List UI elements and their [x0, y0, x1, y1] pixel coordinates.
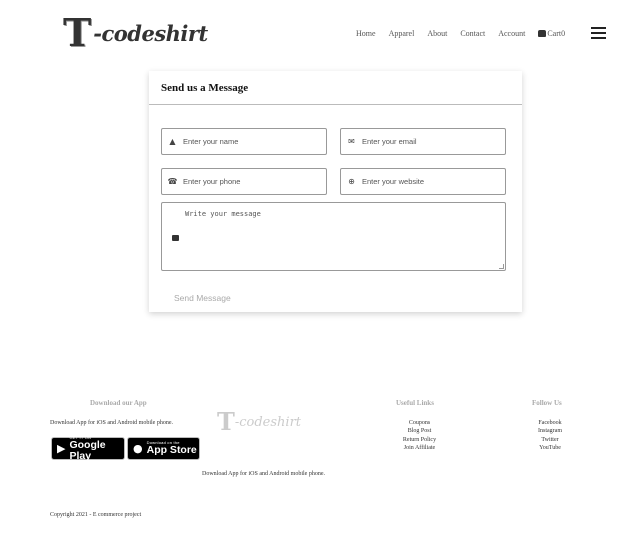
nav-about[interactable]: About — [427, 29, 447, 38]
website-input[interactable] — [361, 177, 505, 186]
cart-icon — [538, 30, 547, 37]
name-input[interactable] — [182, 137, 326, 146]
menu-icon[interactable] — [591, 27, 606, 39]
google-play-icon: ▶ — [57, 442, 66, 455]
copyright: Copyright 2021 - E commerce project — [50, 512, 142, 518]
link-twitter[interactable]: Twitter — [526, 436, 574, 444]
send-message-button[interactable]: Send Message — [174, 293, 231, 303]
footer-logo: T -codeshirt — [217, 410, 301, 434]
link-coupons[interactable]: Coupons — [392, 419, 447, 427]
nav-cart[interactable]: Cart0 — [538, 29, 565, 38]
phone-input[interactable] — [182, 177, 326, 186]
site-logo[interactable]: T -codeshirt — [63, 14, 208, 52]
link-blog-post[interactable]: Blog Post — [392, 427, 447, 435]
logo-mark: T — [63, 10, 92, 55]
phone-field-wrapper: ☎ — [161, 168, 327, 195]
footer-center-text: Download App for iOS and Android mobile … — [202, 471, 325, 477]
user-icon: ▲ — [169, 137, 176, 146]
email-input[interactable] — [361, 137, 505, 146]
contact-card: Send us a Message ▲ ✉ ☎ ⊕ Send Message — [149, 71, 522, 312]
app-store-button[interactable]: ● Download on the App Store — [127, 437, 200, 460]
useful-links-list: Coupons Blog Post Return Policy Join Aff… — [392, 419, 447, 452]
footer-logo-mark: T — [217, 407, 235, 436]
useful-links-heading: Useful Links — [396, 399, 434, 407]
nav-apparel[interactable]: Apparel — [389, 29, 415, 38]
logo-text: -codeshirt — [93, 20, 208, 46]
footer-logo-text: -codeshirt — [234, 414, 302, 430]
form-divider — [149, 104, 522, 105]
link-return-policy[interactable]: Return Policy — [392, 436, 447, 444]
google-play-label: Google Play — [69, 439, 106, 462]
follow-heading: Follow Us — [532, 399, 562, 407]
website-field-wrapper: ⊕ — [340, 168, 506, 195]
phone-icon: ☎ — [167, 177, 178, 186]
nav-contact[interactable]: Contact — [460, 29, 485, 38]
message-field-wrapper — [161, 202, 506, 271]
globe-icon: ⊕ — [348, 177, 355, 186]
nav-account[interactable]: Account — [498, 29, 525, 38]
app-description: Download App for iOS and Android mobile … — [50, 420, 173, 426]
main-nav: Home Apparel About Contact Account Cart0 — [356, 29, 565, 38]
app-heading: Download our App — [90, 399, 147, 407]
app-store-label: App Store — [146, 444, 197, 457]
cart-label: Cart0 — [547, 29, 566, 38]
resize-handle[interactable] — [499, 264, 504, 269]
google-play-button[interactable]: ▶ GET IT ON Google Play — [51, 436, 125, 462]
link-instagram[interactable]: Instagram — [526, 427, 574, 435]
apple-icon: ● — [133, 442, 143, 455]
name-field-wrapper: ▲ — [161, 128, 327, 155]
link-join-affiliate[interactable]: Join Affiliate — [392, 444, 447, 452]
nav-home[interactable]: Home — [356, 29, 376, 38]
social-links-list: Facebook Instagram Twitter YouTube — [526, 419, 574, 452]
link-youtube[interactable]: YouTube — [526, 444, 574, 452]
form-title: Send us a Message — [161, 82, 249, 94]
envelope-icon: ✉ — [348, 137, 355, 146]
email-field-wrapper: ✉ — [340, 128, 506, 155]
link-facebook[interactable]: Facebook — [526, 419, 574, 427]
message-icon — [172, 235, 179, 241]
message-input[interactable] — [185, 210, 495, 264]
